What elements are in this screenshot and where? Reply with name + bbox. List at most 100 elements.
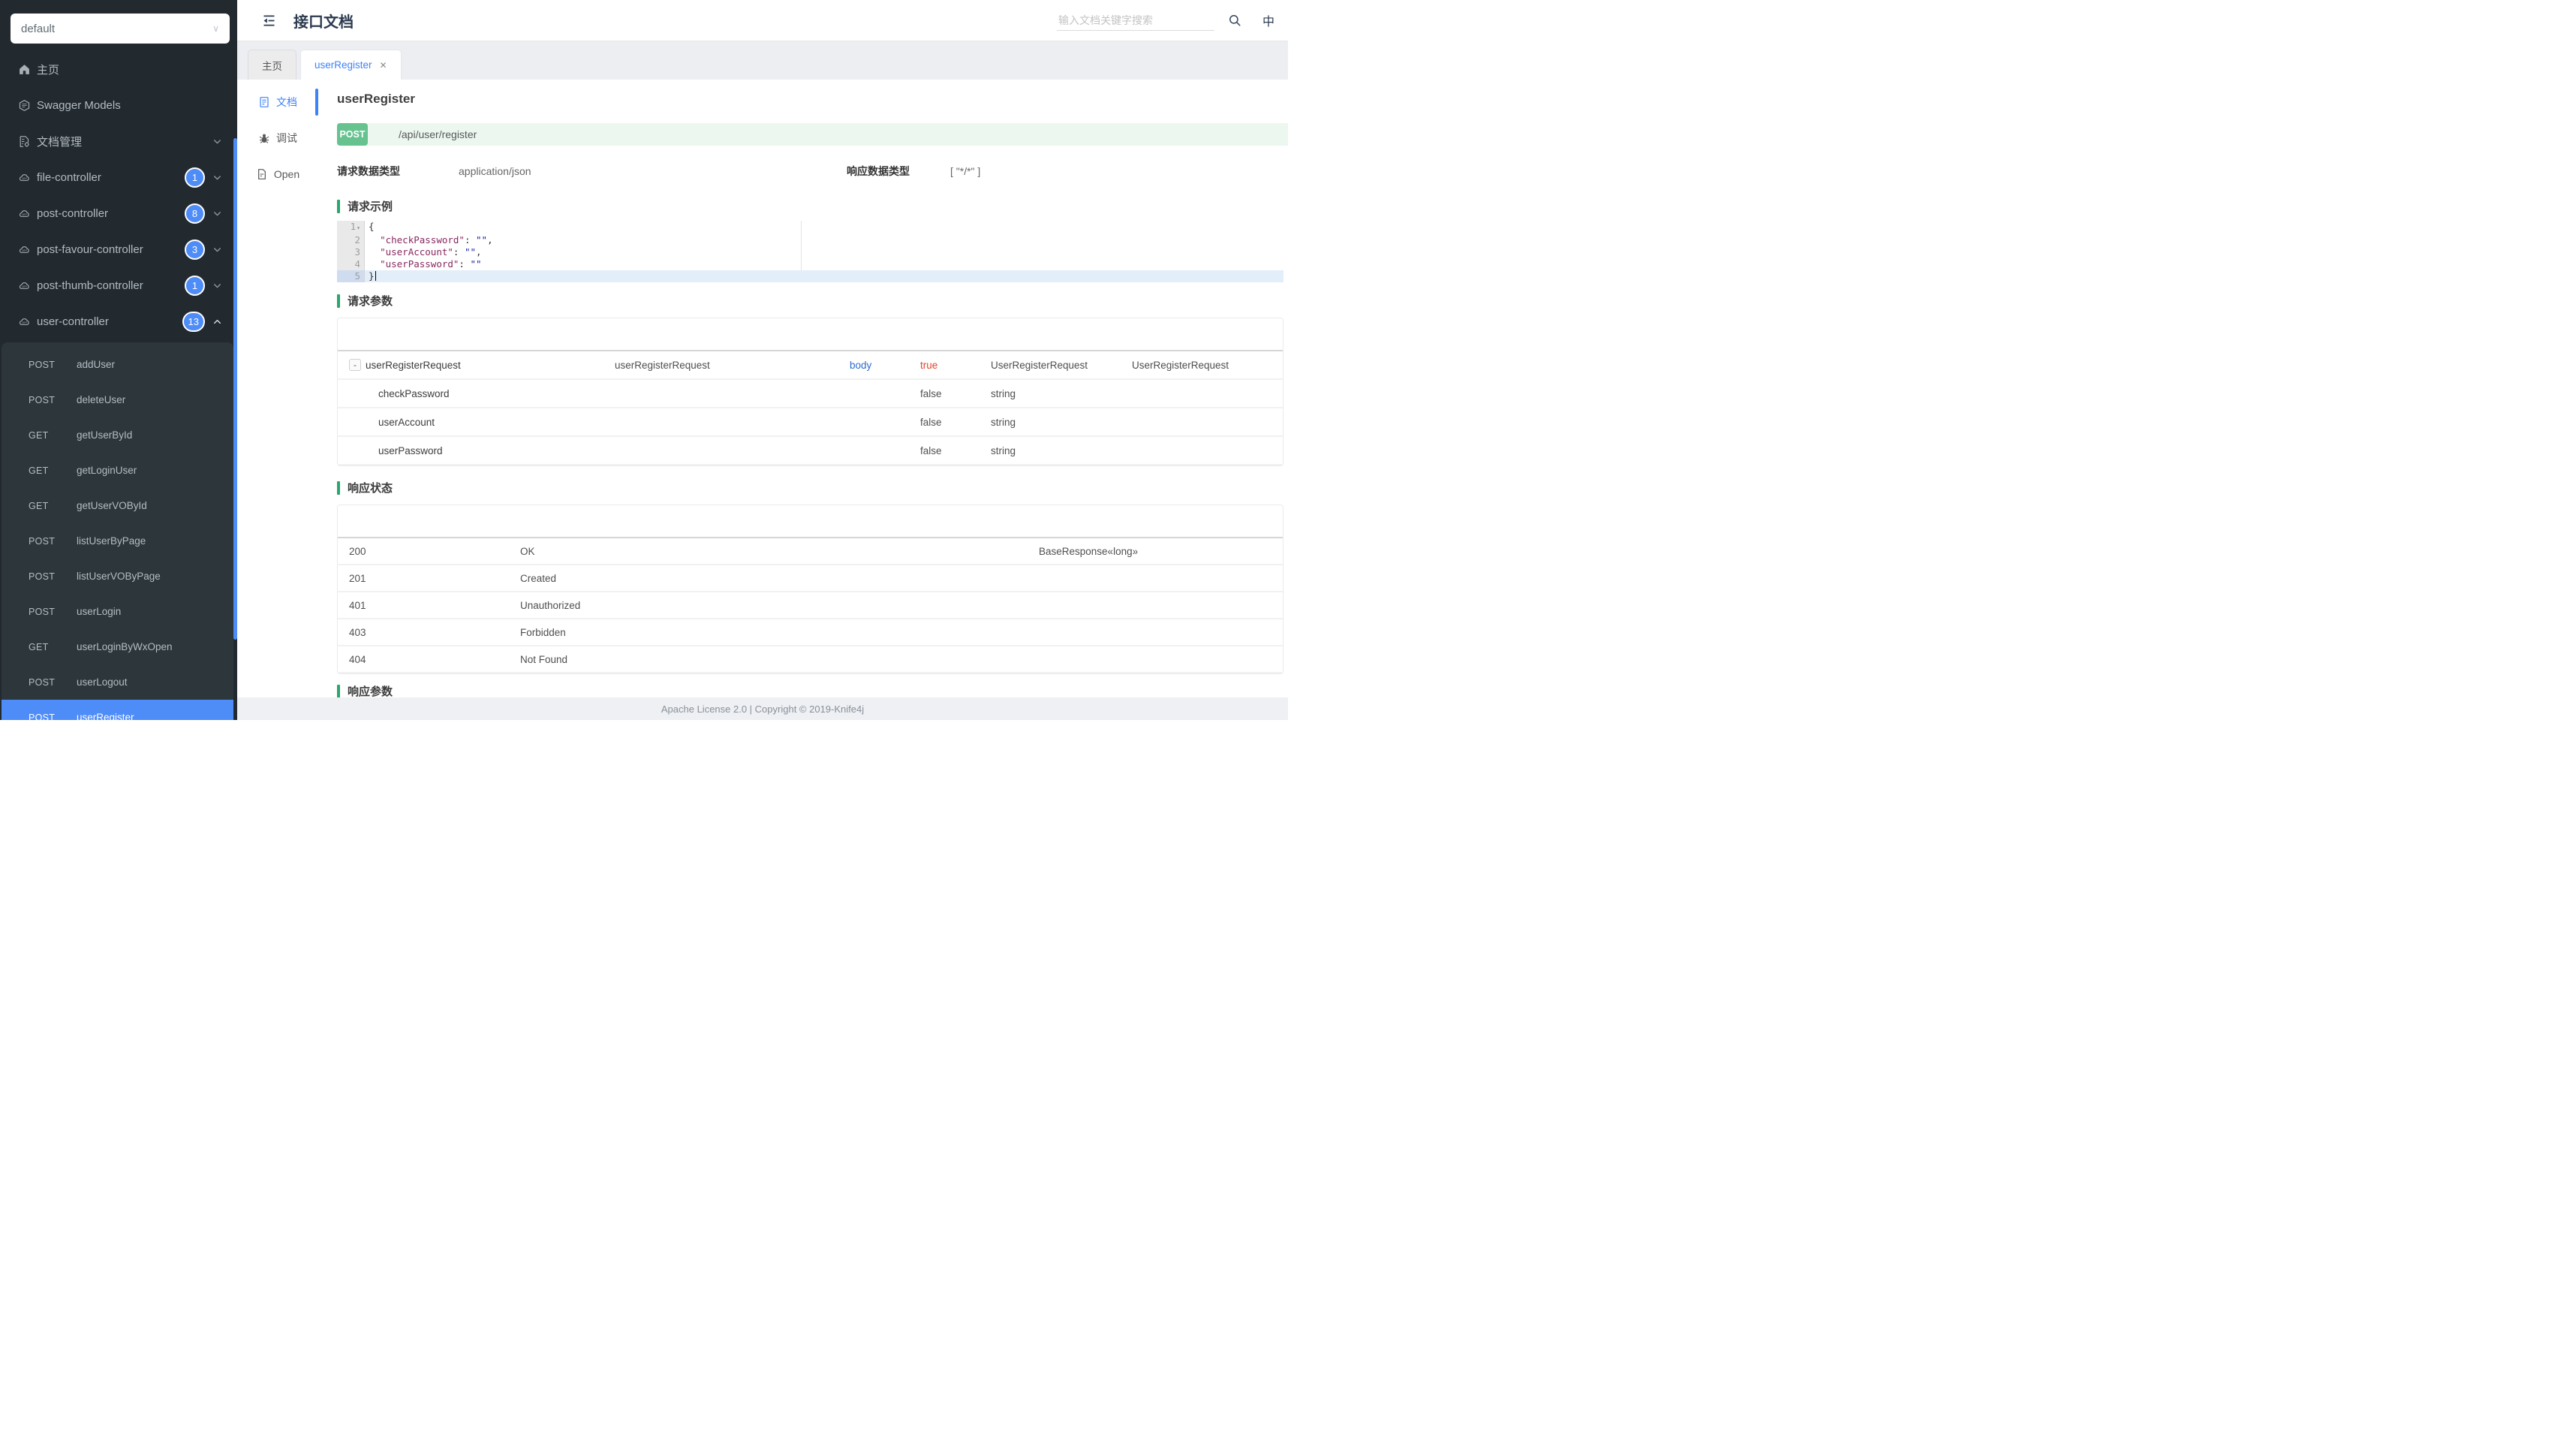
tab[interactable]: userRegister ✕ xyxy=(300,50,402,80)
code-line: 1▾ { xyxy=(337,221,1283,234)
code-text: "userAccount": "", xyxy=(365,246,1283,258)
endpoint-item[interactable]: POST userLogout xyxy=(2,664,233,700)
endpoint-name: getUserVOById xyxy=(77,500,147,511)
sidebar-nav-item[interactable]: user-controller 13 xyxy=(0,303,237,339)
endpoint-item[interactable]: GET getUserVOById xyxy=(2,488,233,523)
line-number: 5 xyxy=(337,270,365,282)
api-path: /api/user/register xyxy=(399,128,477,140)
param-name-cell: checkPassword xyxy=(338,388,615,399)
sidebar: default ∨ 主页 Swagger Models 文档管理 file-co… xyxy=(0,0,237,720)
sidebar-nav-item[interactable]: post-controller 8 xyxy=(0,195,237,231)
menu-fold-icon[interactable] xyxy=(261,13,277,29)
content-type-row: 请求数据类型 application/json 响应数据类型 [ "*/*" ] xyxy=(337,164,1283,179)
status-code: 401 xyxy=(338,600,520,611)
method-bar: POST /api/user/register xyxy=(337,123,1288,146)
endpoint-item[interactable]: POST listUserByPage xyxy=(2,523,233,559)
doc-content: userRegister POST /api/user/register 请求数… xyxy=(318,80,1288,697)
endpoint-item[interactable]: POST userRegister xyxy=(2,700,233,720)
chevron-icon xyxy=(212,317,222,327)
doc-menu-icon xyxy=(256,168,268,180)
doc-menu-item[interactable]: 文档 xyxy=(237,84,318,120)
doc-menu-item[interactable]: 调试 xyxy=(237,120,318,156)
nav-item-icon xyxy=(18,315,31,328)
sidebar-nav: 主页 Swagger Models 文档管理 file-controller 1 xyxy=(0,51,237,339)
endpoint-method: GET xyxy=(29,501,77,511)
param-name: userRegisterRequest xyxy=(366,360,461,371)
endpoint-item[interactable]: GET userLoginByWxOpen xyxy=(2,629,233,664)
nav-item-icon xyxy=(18,207,31,220)
param-required: false xyxy=(920,445,991,456)
close-icon[interactable]: ✕ xyxy=(380,60,387,71)
endpoint-name: addUser xyxy=(77,359,115,370)
param-name-cell: userPassword xyxy=(338,445,615,456)
fold-caret-icon[interactable]: ▾ xyxy=(357,224,360,231)
section-marker xyxy=(337,294,340,308)
tab-label: userRegister xyxy=(314,59,372,71)
sidebar-nav-item[interactable]: 文档管理 xyxy=(0,123,237,159)
endpoint-method: POST xyxy=(29,395,77,405)
params-table-row: userAccount false string xyxy=(338,408,1283,437)
endpoint-method: POST xyxy=(29,712,77,721)
sidebar-nav-item[interactable]: post-favour-controller 3 xyxy=(0,231,237,267)
param-required: false xyxy=(920,388,991,399)
search-input[interactable] xyxy=(1057,11,1214,31)
nav-item-icon xyxy=(18,99,31,112)
status-table-row: 201 Created xyxy=(338,565,1283,592)
params-table-header xyxy=(338,318,1283,351)
sidebar-nav-item[interactable]: Swagger Models xyxy=(0,87,237,123)
language-toggle[interactable]: 中 xyxy=(1262,11,1274,29)
line-number: 2 xyxy=(337,234,365,246)
endpoint-item[interactable]: POST addUser xyxy=(2,347,233,382)
tab[interactable]: 主页 xyxy=(248,50,296,80)
endpoint-item[interactable]: GET getUserById xyxy=(2,417,233,453)
status-code: 404 xyxy=(338,654,520,665)
status-code: 201 xyxy=(338,573,520,584)
nav-item-icon xyxy=(18,243,31,256)
endpoint-method: POST xyxy=(29,536,77,547)
sidebar-nav-item[interactable]: file-controller 1 xyxy=(0,159,237,195)
endpoint-method: GET xyxy=(29,465,77,476)
sidebar-nav-item[interactable]: post-thumb-controller 1 xyxy=(0,267,237,303)
nav-item-icon xyxy=(18,279,31,292)
status-desc: Unauthorized xyxy=(520,600,1039,611)
param-datatype: string xyxy=(991,417,1132,428)
endpoint-item[interactable]: POST userLogin xyxy=(2,594,233,629)
params-table-row: checkPassword false string xyxy=(338,380,1283,408)
endpoint-name: getUserById xyxy=(77,429,132,441)
request-example-editor[interactable]: 1▾ { 2 "checkPassword": "", 3 "userAccou… xyxy=(337,221,1283,282)
nav-item-label: file-controller xyxy=(37,171,101,184)
request-type-value: application/json xyxy=(459,165,847,177)
search-icon[interactable] xyxy=(1228,14,1241,27)
response-type-label: 响应数据类型 xyxy=(847,164,950,179)
chevron-icon xyxy=(212,245,222,255)
status-table-row: 200 OK BaseResponse«long» xyxy=(338,538,1283,565)
endpoint-item[interactable]: POST deleteUser xyxy=(2,382,233,417)
param-name: checkPassword xyxy=(378,388,450,399)
endpoint-count-badge: 13 xyxy=(182,312,205,332)
nav-item-label: 主页 xyxy=(37,62,59,77)
param-name: userAccount xyxy=(378,417,435,428)
section-request-example: 请求示例 xyxy=(337,198,1283,214)
response-type-value: [ "*/*" ] xyxy=(950,165,980,177)
tab-label: 主页 xyxy=(262,58,282,73)
status-desc: Created xyxy=(520,573,1039,584)
collapse-row-button[interactable]: - xyxy=(349,359,361,371)
doc-menu-label: 调试 xyxy=(276,131,297,146)
http-method-badge: POST xyxy=(337,123,368,146)
code-text: "checkPassword": "", xyxy=(365,234,1283,246)
group-select[interactable]: default ∨ xyxy=(11,14,230,44)
endpoint-name: listUserVOByPage xyxy=(77,571,161,582)
doc-menu-label: 文档 xyxy=(276,95,297,110)
endpoint-item[interactable]: POST listUserVOByPage xyxy=(2,559,233,594)
doc-menu-item[interactable]: Open xyxy=(237,156,318,192)
chevron-icon xyxy=(212,137,222,146)
endpoint-item[interactable]: GET getLoginUser xyxy=(2,453,233,488)
footer: Apache License 2.0 | Copyright © 2019-Kn… xyxy=(237,697,1288,720)
endpoint-count-badge: 1 xyxy=(185,276,205,296)
top-header: 接口文档 中 xyxy=(237,0,1288,41)
status-code: 403 xyxy=(338,627,520,638)
status-desc: OK xyxy=(520,546,1039,557)
endpoint-method: POST xyxy=(29,360,77,370)
sidebar-nav-item[interactable]: 主页 xyxy=(0,51,237,87)
operation-title: userRegister xyxy=(337,92,415,107)
